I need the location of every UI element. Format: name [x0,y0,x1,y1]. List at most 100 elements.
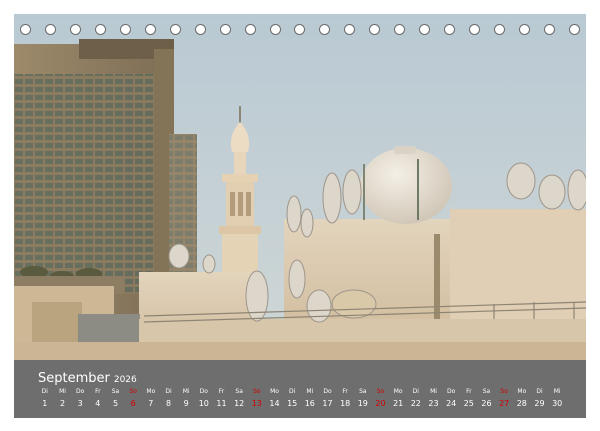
weekday-label: Fr [95,388,101,395]
day-cell: Mi 30 [548,387,566,411]
binding-ring-icon [369,24,381,35]
day-cell: Sa 12 [230,387,248,411]
day-number: 14 [269,399,280,408]
weekday-label: Sa [111,388,120,395]
binding-ring-icon [319,24,331,35]
day-number: 15 [287,399,298,408]
day-number: 6 [130,399,136,408]
day-number: 30 [552,399,563,408]
weekday-label: Fr [342,388,348,395]
binding-ring-icon [119,24,131,35]
weekday-label: So [129,388,137,395]
weekday-label: Fr [466,388,472,395]
day-cell: Di 1 [36,387,54,411]
day-cell: Mi 16 [301,387,319,411]
day-number: 11 [216,399,227,408]
weekday-label: Mi [430,388,437,395]
binding-ring-icon [94,24,106,35]
day-number: 17 [322,399,333,408]
day-cell: Di 8 [160,387,178,411]
day-cell: Sa 26 [478,387,496,411]
weekday-label: Mi [306,388,314,395]
weekday-label: Mo [270,388,279,395]
day-number: 9 [183,399,189,408]
day-cell: So 13 [248,387,266,411]
binding-ring-icon [519,24,531,35]
binding-ring-icon [568,24,580,35]
day-cell: Fr 18 [336,387,354,411]
day-cell: Fr 25 [460,387,478,411]
day-cell: Sa 19 [354,387,372,411]
binding-ring-icon [294,24,306,35]
binding-ring-icon [169,24,181,35]
day-number: 13 [251,399,262,408]
day-cell: Fr 11 [213,387,231,411]
day-cell: Di 22 [407,387,425,411]
day-number: 26 [481,399,492,408]
day-number: 27 [499,399,510,408]
year-label: 2026 [113,375,137,385]
weekday-label: Di [289,388,296,395]
binding-ring-icon [219,24,231,35]
calendar-grid: September 2026 Di 1 Mi 2 Do 3 Fr 4 Sa 5 So 6 Mo 7 Di 8 Mi… [14,360,586,418]
weekday-label: Di [41,388,48,395]
day-number: 21 [393,399,404,408]
day-number: 7 [148,399,154,408]
day-number: 12 [234,399,245,408]
binding-ring-icon [194,24,206,35]
weekday-label: Do [323,388,332,395]
day-number: 19 [357,399,368,408]
weekday-label: Sa [359,388,367,395]
day-number: 20 [375,399,386,408]
binding-ring-icon [444,24,456,35]
weekday-label: Do [76,388,85,395]
day-cell: Do 24 [442,387,460,411]
day-number: 4 [95,399,101,408]
day-number: 29 [534,399,545,408]
day-cell: Do 10 [195,387,213,411]
binding-ring-icon [344,24,356,35]
day-number: 18 [340,399,351,408]
day-cell: Mo 7 [142,387,160,411]
day-number: 1 [42,399,48,408]
binding-ring-icon [394,24,406,35]
day-cell: Di 29 [531,387,549,411]
day-cell: Do 17 [319,387,337,411]
weekday-label: Mo [517,388,527,395]
day-cell: Fr 4 [89,387,107,411]
day-number: 24 [446,399,457,408]
binding-ring-icon [469,24,481,35]
weekday-label: Mi [59,388,66,395]
spiral-binding [14,24,586,38]
day-cell: Mo 14 [266,387,284,411]
weekday-label: Sa [482,388,491,395]
weekday-label: So [376,388,385,395]
binding-ring-icon [419,24,431,35]
weekday-label: Di [165,388,172,395]
weekday-label: Mi [553,388,561,395]
photo-rooftops-minaret [14,14,586,360]
weekday-label: Mo [393,388,403,395]
day-cell: Di 15 [283,387,301,411]
day-number: 16 [304,399,315,408]
day-cell: Do 3 [71,387,89,411]
weekday-label: Do [199,388,208,395]
day-cell: Mo 21 [389,387,407,411]
binding-ring-icon [20,24,31,35]
weekday-label: Di [412,388,419,395]
binding-ring-icon [269,24,281,35]
weekday-label: Di [536,388,543,395]
day-number: 5 [112,399,119,408]
day-number: 23 [428,399,439,408]
binding-ring-icon [144,24,156,35]
binding-ring-icon [44,24,56,35]
day-cell: Mi 2 [54,387,72,411]
binding-ring-icon [494,24,506,35]
day-number: 22 [410,399,421,408]
day-cell: So 20 [372,387,390,411]
weekday-label: Mo [146,388,156,395]
day-cell: So 27 [495,387,513,411]
day-number: 8 [165,399,172,408]
weekday-label: Mi [182,388,190,395]
binding-ring-icon [244,24,256,35]
